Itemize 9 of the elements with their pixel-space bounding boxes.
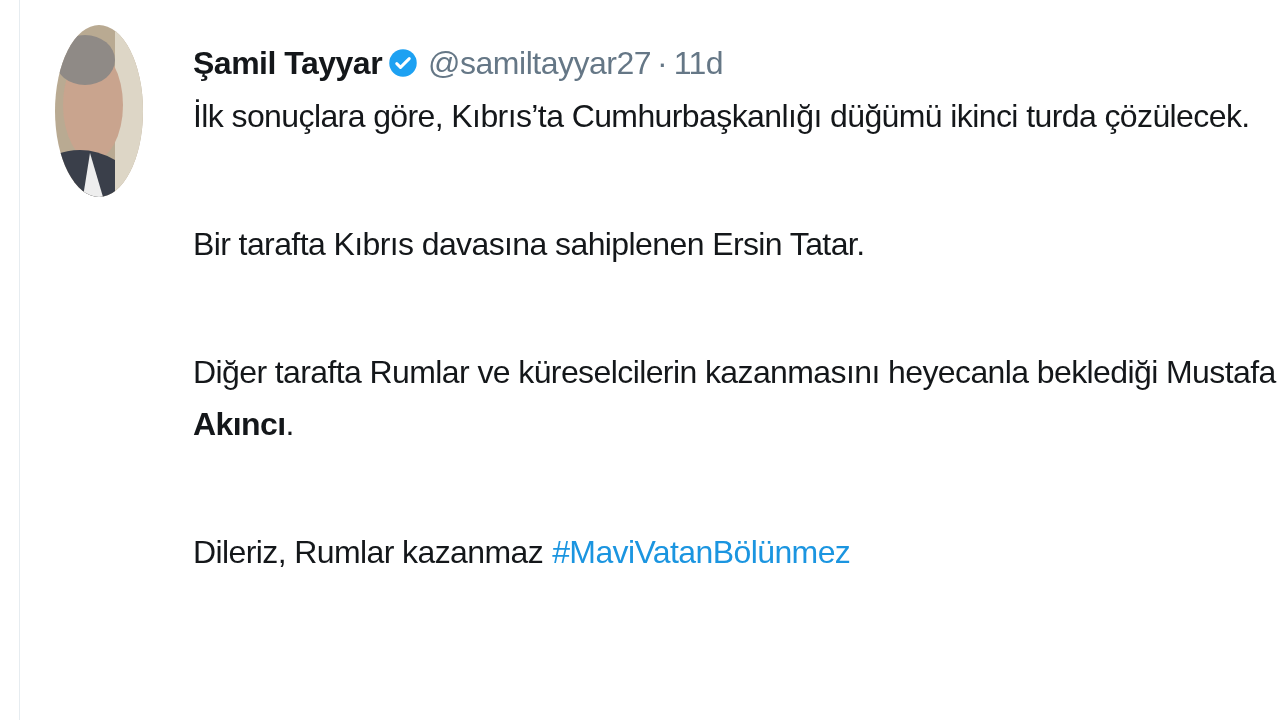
author-name[interactable]: Şamil Tayyar — [193, 39, 383, 87]
hashtag-link[interactable]: #MaviVatanBölünmez — [552, 526, 851, 578]
tweet-text: Bir tarafta Kıbrıs davasına sahiplenen Ersin Tatar. — [193, 225, 866, 264]
tweet-text: Dileriz, Rumlar kazanmaz — [193, 533, 544, 572]
author-handle[interactable]: @samiltayyar27 — [428, 39, 651, 87]
separator: · — [656, 44, 668, 83]
tweet-text: Diğer tarafta Rumlar ve küreselcilerin kazanmasını heyecanla beklediği Mustafa Akıncı. — [193, 353, 1278, 444]
tweet-text: İlk sonuçlara göre, Kıbrıs’ta Cumhurbaşkanlığı düğümü ikinci turda çözülecek. — [193, 97, 1251, 136]
tweet-time[interactable]: 11d — [673, 39, 724, 87]
